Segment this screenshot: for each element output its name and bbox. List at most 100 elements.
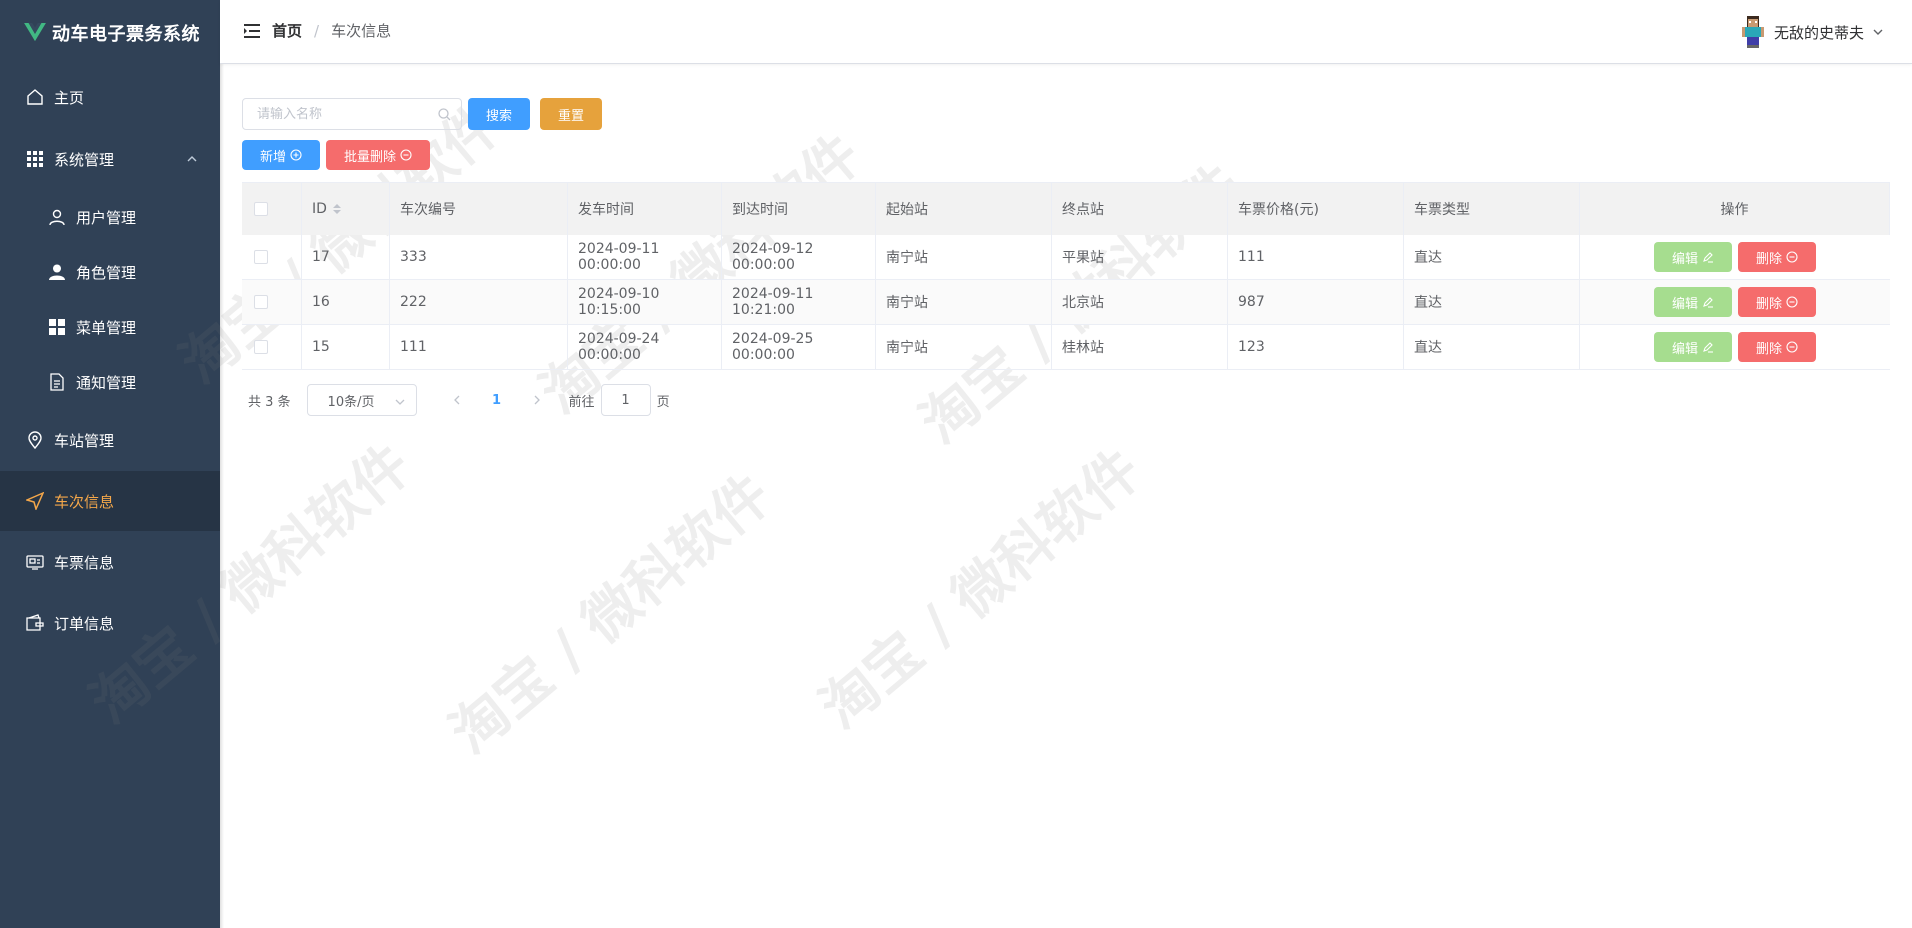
- home-icon: [24, 86, 46, 108]
- hamburger-menu-icon[interactable]: [244, 24, 260, 38]
- row-checkbox[interactable]: [254, 295, 268, 309]
- navigation-icon: [24, 490, 46, 512]
- delete-button[interactable]: 删除: [1738, 332, 1816, 362]
- delete-button[interactable]: 删除: [1738, 242, 1816, 272]
- column-header-id[interactable]: ID: [302, 183, 390, 235]
- cell-train-no: 111: [390, 325, 568, 369]
- column-header-actions: 操作: [1580, 183, 1890, 235]
- add-button[interactable]: 新增: [242, 140, 320, 170]
- edit-icon: [1703, 252, 1713, 263]
- sidebar-item-label: 菜单管理: [76, 318, 137, 337]
- ticket-icon: [24, 551, 46, 573]
- breadcrumb-separator: /: [314, 21, 320, 40]
- sidebar-item-tickets[interactable]: 车票信息: [0, 532, 220, 592]
- sidebar: 动车电子票务系统 主页 系统管理 用户管理 角色管理 菜单管理 通知管理 车站管…: [0, 0, 220, 928]
- cell-type: 直达: [1404, 280, 1580, 324]
- search-button[interactable]: 搜索: [468, 98, 530, 130]
- sidebar-item-home[interactable]: 主页: [0, 67, 220, 127]
- cell-to: 桂林站: [1052, 325, 1228, 369]
- cell-train-no: 333: [390, 235, 568, 279]
- location-icon: [24, 429, 46, 451]
- page-size-select[interactable]: 10条/页: [306, 384, 417, 416]
- column-header-to: 终点站: [1052, 183, 1228, 235]
- prev-page-button[interactable]: [437, 384, 477, 416]
- sidebar-item-label: 用户管理: [76, 208, 137, 227]
- action-row: 新增 批量删除: [242, 140, 1892, 170]
- sort-caret-icon[interactable]: [332, 204, 341, 214]
- cell-from: 南宁站: [876, 235, 1052, 279]
- sidebar-item-roles[interactable]: 角色管理: [0, 245, 220, 299]
- table-header: ID 车次编号 发车时间 到达时间 起始站 终点站 车票价格(元) 车票类型 操…: [242, 183, 1890, 235]
- user-dropdown[interactable]: 无敌的史蒂夫: [1741, 16, 1884, 48]
- sidebar-item-label: 车票信息: [54, 553, 115, 572]
- chevron-right-icon: [534, 395, 540, 405]
- search-field[interactable]: [242, 98, 462, 130]
- sidebar-item-label: 系统管理: [54, 150, 115, 169]
- sidebar-item-menus[interactable]: 菜单管理: [0, 300, 220, 354]
- sidebar-shadow: [220, 0, 224, 928]
- sidebar-item-system[interactable]: 系统管理: [0, 129, 220, 189]
- page-number-current[interactable]: 1: [477, 393, 517, 408]
- row-checkbox[interactable]: [254, 250, 268, 264]
- cell-price: 123: [1228, 325, 1404, 369]
- edit-label: 编辑: [1671, 341, 1698, 357]
- edit-button[interactable]: 编辑: [1654, 242, 1732, 272]
- plus-circle-icon: [290, 149, 302, 161]
- cell-arrival: 2024-09-25 00:00:00: [722, 325, 876, 369]
- column-header-departure: 发车时间: [568, 183, 722, 235]
- chevron-up-icon: [187, 156, 197, 162]
- table-row: 16 222 2024-09-10 10:15:00 2024-09-11 10…: [242, 280, 1890, 325]
- batch-delete-label: 批量删除: [343, 149, 396, 165]
- cell-type: 直达: [1404, 235, 1580, 279]
- column-header-type: 车票类型: [1404, 183, 1580, 235]
- delete-button[interactable]: 删除: [1738, 287, 1816, 317]
- column-header-from: 起始站: [876, 183, 1052, 235]
- vue-logo-icon: [24, 23, 46, 42]
- reset-button[interactable]: 重置: [540, 98, 602, 130]
- sidebar-item-trains[interactable]: 车次信息: [0, 471, 220, 531]
- sidebar-item-label: 车次信息: [54, 492, 115, 511]
- app-title: 动车电子票务系统: [52, 24, 200, 45]
- main-content: 搜索 重置 新增 批量删除 ID 车次编号 发车时间 到达时间 起始站 终点站 …: [242, 98, 1892, 416]
- minus-circle-icon: [1786, 251, 1798, 263]
- minus-circle-icon: [1786, 341, 1798, 353]
- cell-id: 16: [302, 280, 390, 324]
- cell-from: 南宁站: [876, 325, 1052, 369]
- next-page-button[interactable]: [517, 384, 557, 416]
- row-checkbox-cell: [242, 280, 302, 324]
- avatar: [1741, 16, 1764, 48]
- sidebar-item-notices[interactable]: 通知管理: [0, 355, 220, 409]
- cell-departure: 2024-09-24 00:00:00: [568, 325, 722, 369]
- breadcrumb: 首页 / 车次信息: [272, 20, 391, 41]
- username: 无敌的史蒂夫: [1773, 23, 1864, 42]
- minus-circle-icon: [1786, 296, 1798, 308]
- edit-label: 编辑: [1671, 296, 1698, 312]
- person-filled-icon: [46, 261, 68, 283]
- select-all-checkbox[interactable]: [254, 202, 268, 216]
- edit-button[interactable]: 编辑: [1654, 287, 1732, 317]
- column-header-arrival: 到达时间: [722, 183, 876, 235]
- edit-icon: [1703, 342, 1713, 353]
- cell-price: 111: [1228, 235, 1404, 279]
- sidebar-item-users[interactable]: 用户管理: [0, 190, 220, 244]
- table-row: 17 333 2024-09-11 00:00:00 2024-09-12 00…: [242, 235, 1890, 280]
- sidebar-item-orders[interactable]: 订单信息: [0, 593, 220, 653]
- chevron-down-icon: [1873, 29, 1883, 35]
- search-input[interactable]: [257, 106, 427, 122]
- menu-grid-icon: [46, 316, 68, 338]
- column-header-price: 车票价格(元): [1228, 183, 1404, 235]
- batch-delete-button[interactable]: 批量删除: [326, 140, 430, 170]
- cell-to: 平果站: [1052, 235, 1228, 279]
- edit-label: 编辑: [1671, 251, 1698, 267]
- breadcrumb-home[interactable]: 首页: [272, 20, 302, 41]
- cell-actions: 编辑 删除: [1580, 235, 1890, 279]
- app-logo[interactable]: 动车电子票务系统: [0, 0, 220, 66]
- sidebar-item-label: 订单信息: [54, 614, 115, 633]
- sidebar-item-stations[interactable]: 车站管理: [0, 410, 220, 470]
- row-checkbox[interactable]: [254, 340, 268, 354]
- goto-page: 前往 页: [569, 384, 670, 416]
- trains-table: ID 车次编号 发车时间 到达时间 起始站 终点站 车票价格(元) 车票类型 操…: [242, 182, 1890, 370]
- edit-button[interactable]: 编辑: [1654, 332, 1732, 362]
- goto-page-input[interactable]: [600, 384, 651, 416]
- pagination-total: 共 3 条: [248, 394, 291, 410]
